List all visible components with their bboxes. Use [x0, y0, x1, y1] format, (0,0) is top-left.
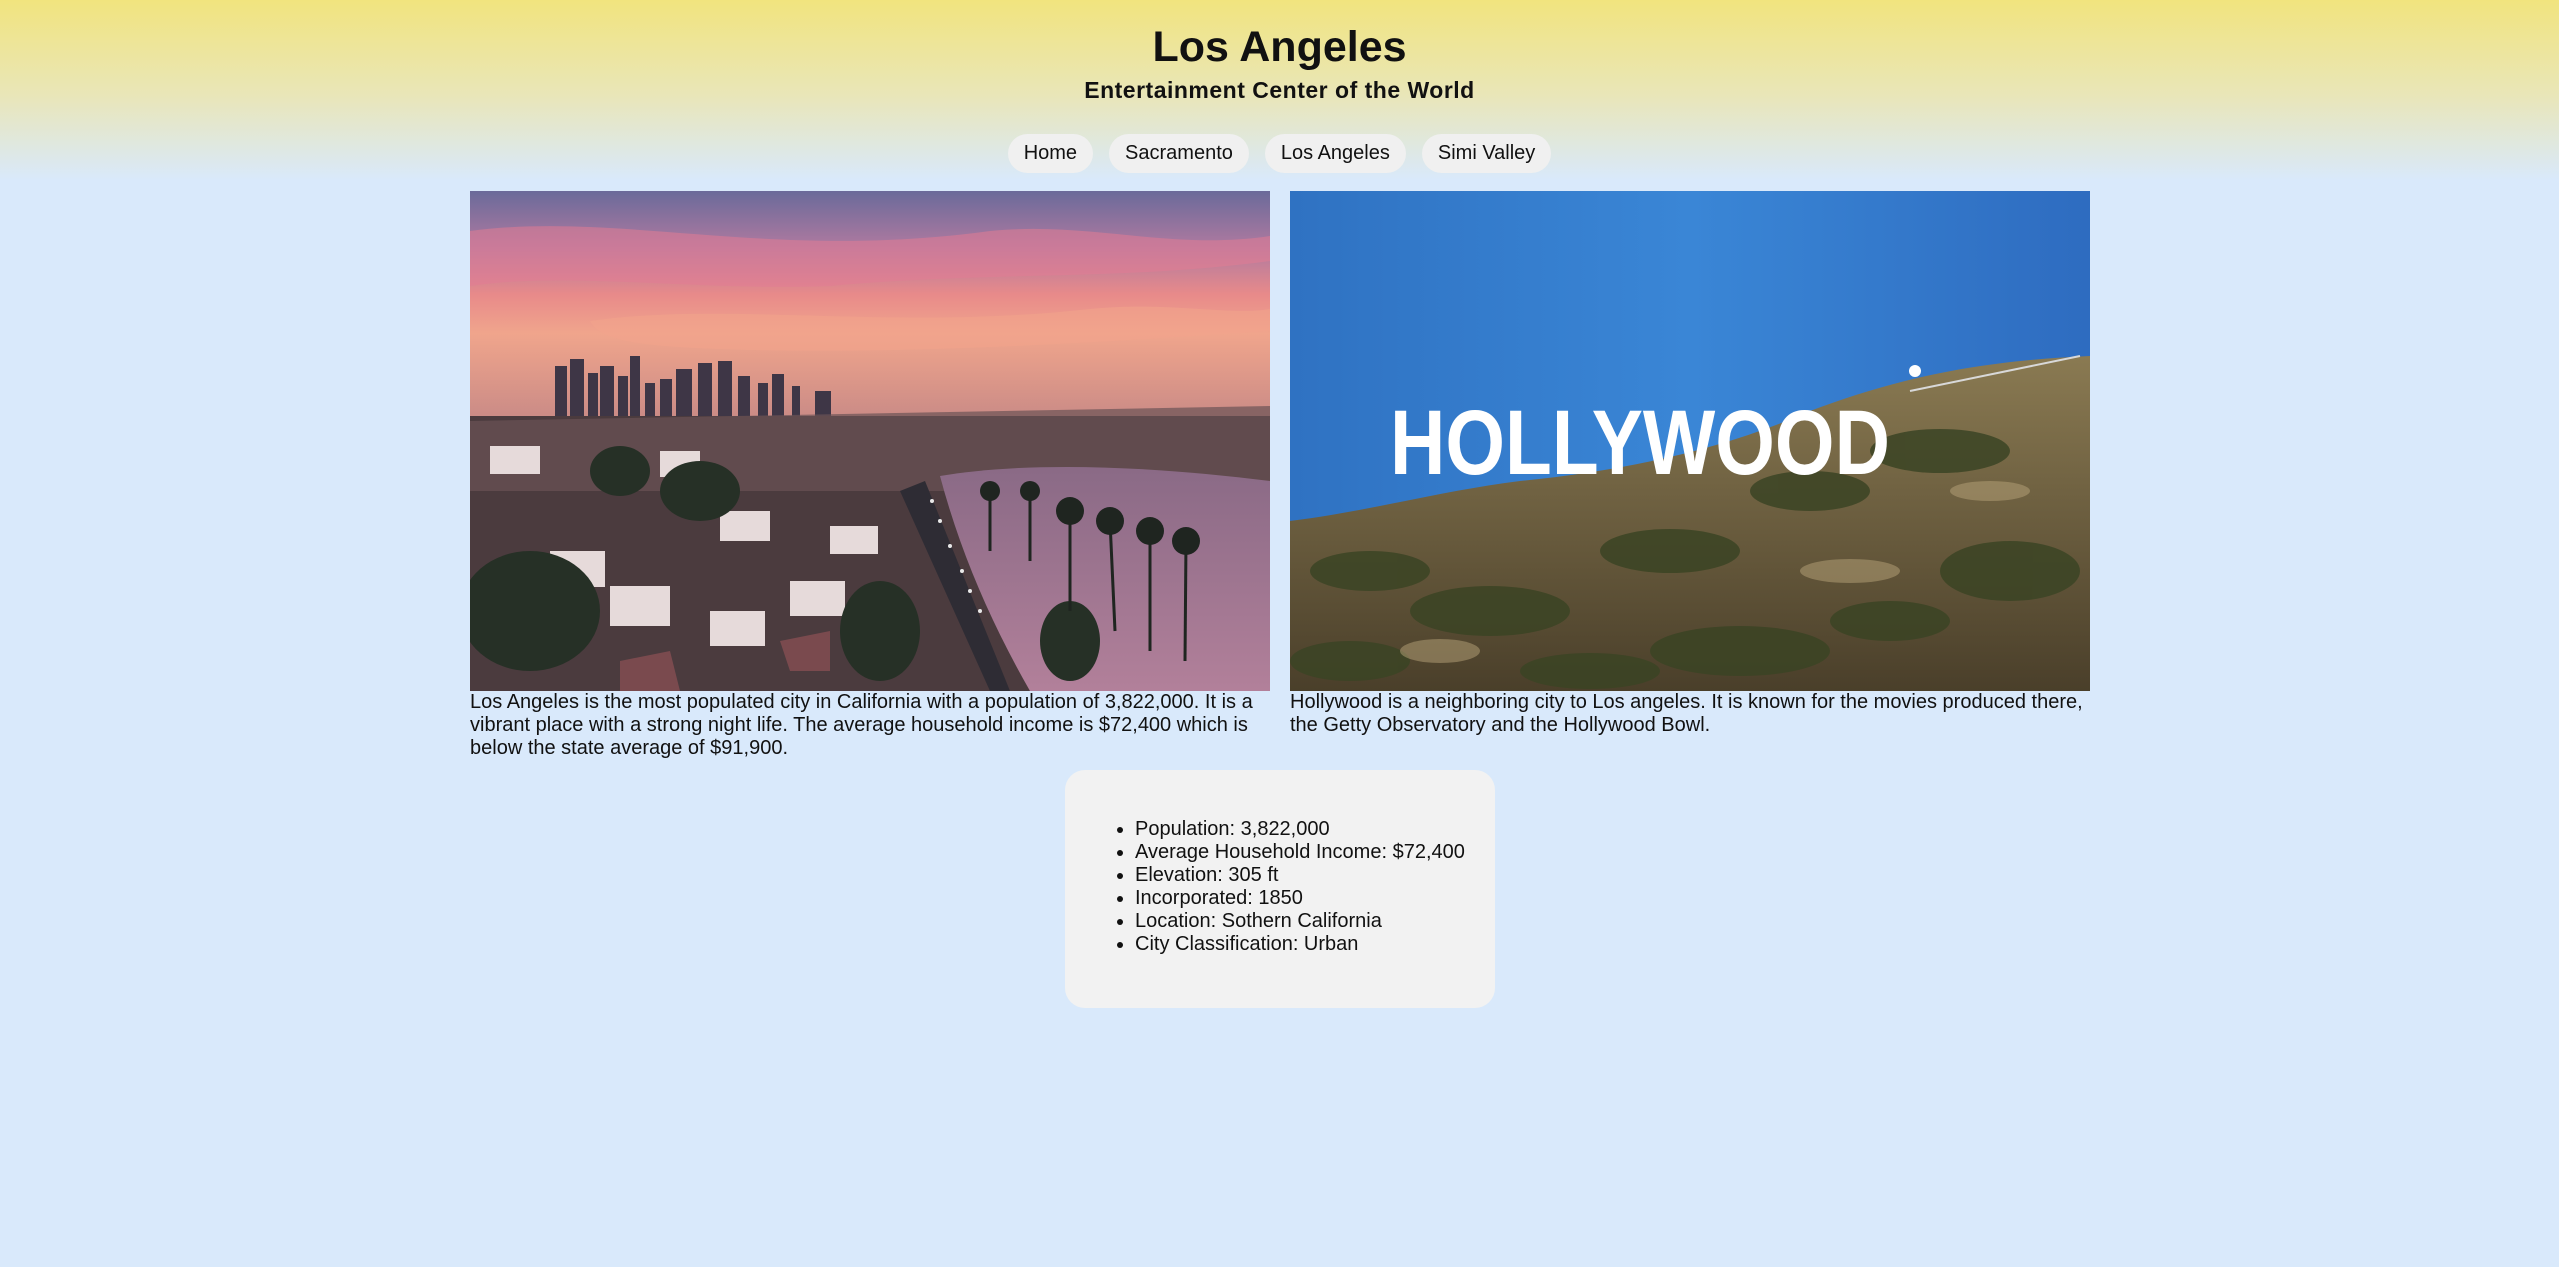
nav-simi-valley[interactable]: Simi Valley [1421, 134, 1552, 173]
gallery-card-hollywood: HOLLYWOOD Hollywood is a neighboring cit… [1290, 191, 2090, 780]
photo-gallery: Los Angeles is the most populated city i… [470, 191, 2090, 780]
los-angeles-caption: Los Angeles is the most populated city i… [470, 691, 1253, 759]
fact-elevation: Elevation: 305 ft [1135, 864, 1495, 887]
main-nav: Home Sacramento Los Angeles Simi Valley [0, 134, 2559, 173]
page-header: Los Angeles Entertainment Center of the … [0, 0, 2559, 173]
nav-los-angeles[interactable]: Los Angeles [1264, 134, 1406, 173]
page-subtitle: Entertainment Center of the World [1084, 77, 1475, 103]
los-angeles-skyline-photo [470, 191, 1270, 691]
fact-population: Population: 3,822,000 [1135, 818, 1495, 841]
nav-home[interactable]: Home [1007, 134, 1094, 173]
fact-classification: City Classification: Urban [1135, 933, 1495, 956]
city-facts-box: Population: 3,822,000 Average Household … [1065, 770, 1495, 1008]
gallery-card-los-angeles: Los Angeles is the most populated city i… [470, 191, 1270, 780]
hollywood-sign-photo: HOLLYWOOD [1290, 191, 2090, 691]
city-facts-list: Population: 3,822,000 Average Household … [1065, 818, 1495, 956]
fact-location: Location: Sothern California [1135, 910, 1495, 933]
nav-sacramento[interactable]: Sacramento [1109, 134, 1249, 173]
hollywood-caption: Hollywood is a neighboring city to Los a… [1290, 691, 2083, 736]
hollywood-sign-letters: HOLLYWOOD [1390, 392, 1890, 494]
page-title: Los Angeles [1152, 23, 1407, 71]
fact-incorporated: Incorporated: 1850 [1135, 887, 1495, 910]
fact-household-income: Average Household Income: $72,400 [1135, 841, 1495, 864]
